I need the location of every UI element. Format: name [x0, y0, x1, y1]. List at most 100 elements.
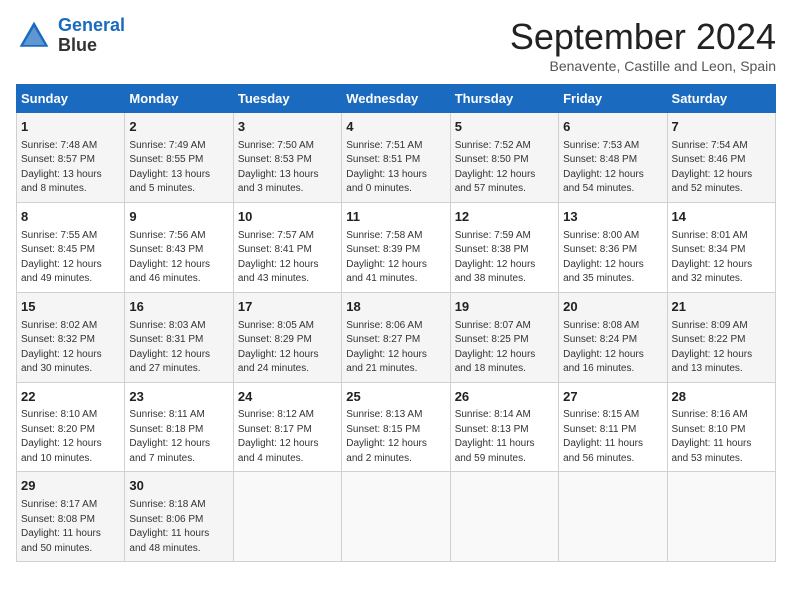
day-info-line: and 56 minutes. [563, 452, 662, 467]
day-info-line: Sunrise: 8:03 AM [129, 319, 228, 334]
calendar-cell: 16Sunrise: 8:03 AMSunset: 8:31 PMDayligh… [125, 292, 233, 382]
day-info-line: Sunset: 8:53 PM [238, 153, 337, 168]
day-info-line: and 10 minutes. [21, 452, 120, 467]
day-info-line: Sunrise: 8:02 AM [21, 319, 120, 334]
day-number: 29 [21, 477, 120, 496]
day-number: 5 [455, 118, 554, 137]
day-number: 18 [346, 298, 445, 317]
day-info-line: and 32 minutes. [672, 272, 771, 287]
day-info-line: Daylight: 12 hours [129, 437, 228, 452]
day-info-line: Sunrise: 8:09 AM [672, 319, 771, 334]
day-info-line: Sunset: 8:06 PM [129, 513, 228, 528]
weekday-header-monday: Monday [125, 85, 233, 113]
day-number: 16 [129, 298, 228, 317]
day-info-line: and 57 minutes. [455, 182, 554, 197]
calendar-cell [233, 472, 341, 562]
day-info-line: Sunrise: 7:49 AM [129, 139, 228, 154]
week-row-5: 29Sunrise: 8:17 AMSunset: 8:08 PMDayligh… [17, 472, 776, 562]
weekday-header-friday: Friday [559, 85, 667, 113]
day-number: 8 [21, 208, 120, 227]
day-info-line: Sunrise: 8:00 AM [563, 229, 662, 244]
calendar-cell: 10Sunrise: 7:57 AMSunset: 8:41 PMDayligh… [233, 202, 341, 292]
day-info-line: Daylight: 13 hours [129, 168, 228, 183]
day-info-line: and 13 minutes. [672, 362, 771, 377]
day-info-line: Daylight: 12 hours [238, 258, 337, 273]
day-info-line: Sunset: 8:51 PM [346, 153, 445, 168]
day-number: 22 [21, 388, 120, 407]
day-info-line: Sunset: 8:50 PM [455, 153, 554, 168]
calendar-cell [667, 472, 775, 562]
day-info-line: and 38 minutes. [455, 272, 554, 287]
calendar-cell: 28Sunrise: 8:16 AMSunset: 8:10 PMDayligh… [667, 382, 775, 472]
day-number: 28 [672, 388, 771, 407]
day-info-line: Daylight: 12 hours [346, 437, 445, 452]
day-info-line: Sunset: 8:15 PM [346, 423, 445, 438]
day-info-line: Sunset: 8:20 PM [21, 423, 120, 438]
day-info-line: Sunrise: 7:53 AM [563, 139, 662, 154]
day-info-line: and 0 minutes. [346, 182, 445, 197]
day-info-line: Sunrise: 7:57 AM [238, 229, 337, 244]
day-info-line: and 49 minutes. [21, 272, 120, 287]
day-info-line: Sunset: 8:46 PM [672, 153, 771, 168]
day-info-line: Sunset: 8:13 PM [455, 423, 554, 438]
day-info-line: Daylight: 11 hours [563, 437, 662, 452]
day-info-line: Sunset: 8:22 PM [672, 333, 771, 348]
calendar-cell: 14Sunrise: 8:01 AMSunset: 8:34 PMDayligh… [667, 202, 775, 292]
day-info-line: Sunset: 8:29 PM [238, 333, 337, 348]
day-info-line: Daylight: 12 hours [672, 348, 771, 363]
day-info-line: and 48 minutes. [129, 542, 228, 557]
calendar-cell: 13Sunrise: 8:00 AMSunset: 8:36 PMDayligh… [559, 202, 667, 292]
day-info-line: and 43 minutes. [238, 272, 337, 287]
day-info-line: and 52 minutes. [672, 182, 771, 197]
day-info-line: Sunset: 8:43 PM [129, 243, 228, 258]
day-info-line: Daylight: 12 hours [238, 437, 337, 452]
day-info-line: Daylight: 12 hours [563, 348, 662, 363]
day-number: 26 [455, 388, 554, 407]
day-number: 10 [238, 208, 337, 227]
day-info-line: Sunrise: 7:55 AM [21, 229, 120, 244]
day-info-line: Sunset: 8:17 PM [238, 423, 337, 438]
day-info-line: Sunrise: 8:07 AM [455, 319, 554, 334]
calendar-cell: 6Sunrise: 7:53 AMSunset: 8:48 PMDaylight… [559, 113, 667, 203]
calendar-cell [342, 472, 450, 562]
calendar-cell: 12Sunrise: 7:59 AMSunset: 8:38 PMDayligh… [450, 202, 558, 292]
day-info-line: Sunrise: 8:16 AM [672, 408, 771, 423]
day-info-line: and 27 minutes. [129, 362, 228, 377]
calendar-cell: 2 Sunrise: 7:49 AMSunset: 8:55 PMDaylight… [125, 113, 233, 203]
calendar-cell: 5Sunrise: 7:52 AMSunset: 8:50 PMDaylight… [450, 113, 558, 203]
day-info-line: and 8 minutes. [21, 182, 120, 197]
weekday-header-tuesday: Tuesday [233, 85, 341, 113]
day-info-line: Sunrise: 8:12 AM [238, 408, 337, 423]
day-info-line: Sunset: 8:55 PM [129, 153, 228, 168]
day-info-line: Daylight: 12 hours [672, 168, 771, 183]
calendar-cell: 7Sunrise: 7:54 AMSunset: 8:46 PMDaylight… [667, 113, 775, 203]
day-info-line: Sunset: 8:57 PM [21, 153, 120, 168]
day-info-line: and 59 minutes. [455, 452, 554, 467]
weekday-header-saturday: Saturday [667, 85, 775, 113]
day-number: 2 [129, 118, 228, 137]
title-area: September 2024 Benavente, Castille and L… [510, 16, 776, 74]
day-info-line: and 4 minutes. [238, 452, 337, 467]
day-info-line: and 53 minutes. [672, 452, 771, 467]
day-info-line: Daylight: 13 hours [238, 168, 337, 183]
day-info-line: Sunrise: 8:11 AM [129, 408, 228, 423]
day-info-line: Sunset: 8:34 PM [672, 243, 771, 258]
day-number: 21 [672, 298, 771, 317]
day-number: 12 [455, 208, 554, 227]
day-info-line: Sunrise: 7:56 AM [129, 229, 228, 244]
day-info-line: Daylight: 11 hours [672, 437, 771, 452]
day-info-line: Daylight: 12 hours [455, 348, 554, 363]
day-info-line: Daylight: 12 hours [346, 258, 445, 273]
day-info-line: Daylight: 12 hours [346, 348, 445, 363]
day-info-line: and 41 minutes. [346, 272, 445, 287]
day-info-line: Sunset: 8:25 PM [455, 333, 554, 348]
day-info-line: Daylight: 12 hours [21, 437, 120, 452]
day-info-line: Sunrise: 7:50 AM [238, 139, 337, 154]
weekday-header-wednesday: Wednesday [342, 85, 450, 113]
day-info-line: and 3 minutes. [238, 182, 337, 197]
calendar-cell: 26Sunrise: 8:14 AMSunset: 8:13 PMDayligh… [450, 382, 558, 472]
day-info-line: Daylight: 12 hours [455, 168, 554, 183]
week-row-1: 1Sunrise: 7:48 AMSunset: 8:57 PMDaylight… [17, 113, 776, 203]
day-number: 23 [129, 388, 228, 407]
day-info-line: Daylight: 12 hours [129, 348, 228, 363]
